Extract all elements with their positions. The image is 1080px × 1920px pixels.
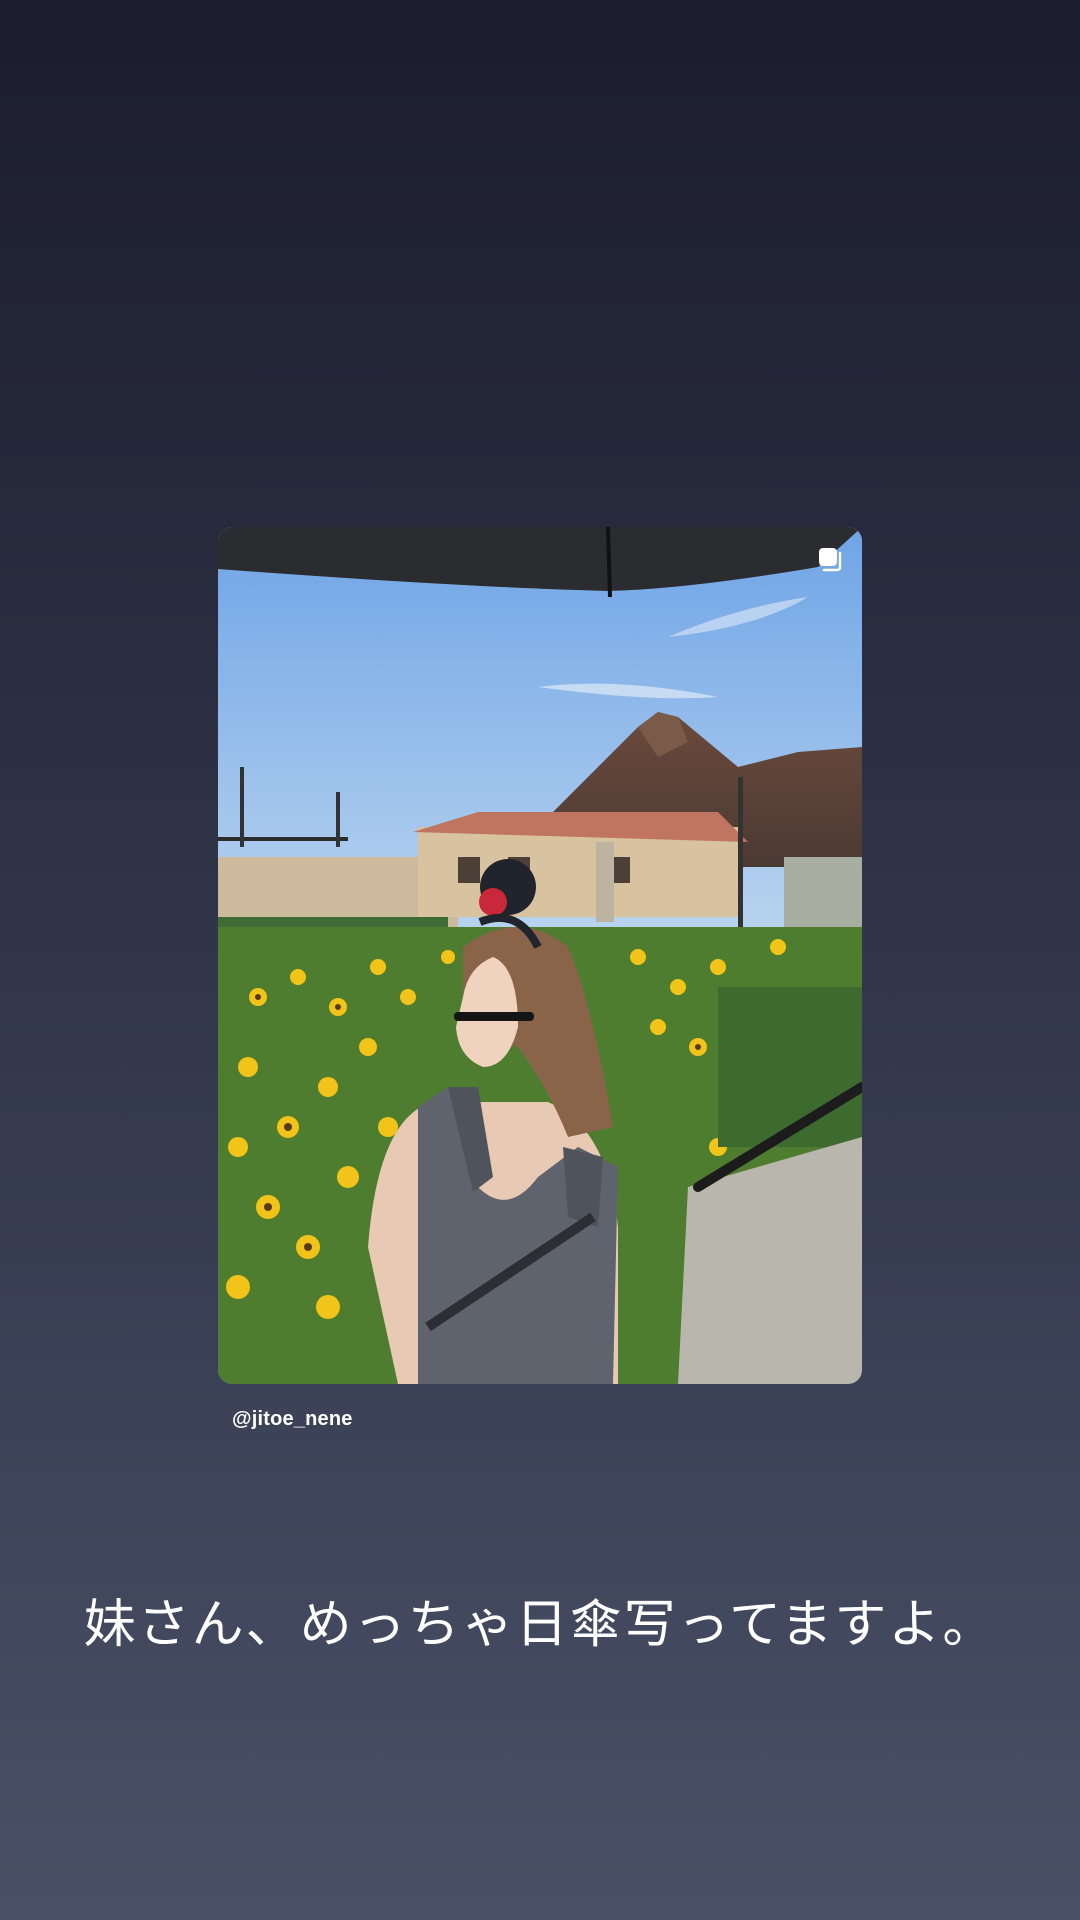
shared-post-card[interactable] <box>218 527 862 1384</box>
post-username[interactable]: @jitoe_nene <box>232 1408 353 1431</box>
carousel-icon <box>819 548 842 572</box>
story-caption-text: 妹さん、めっちゃ日傘写ってますよ。 <box>83 1595 997 1655</box>
story-screen: @jitoe_nene 妹さん、めっちゃ日傘写ってますよ。 <box>0 0 1080 1920</box>
post-photo <box>218 527 862 1384</box>
